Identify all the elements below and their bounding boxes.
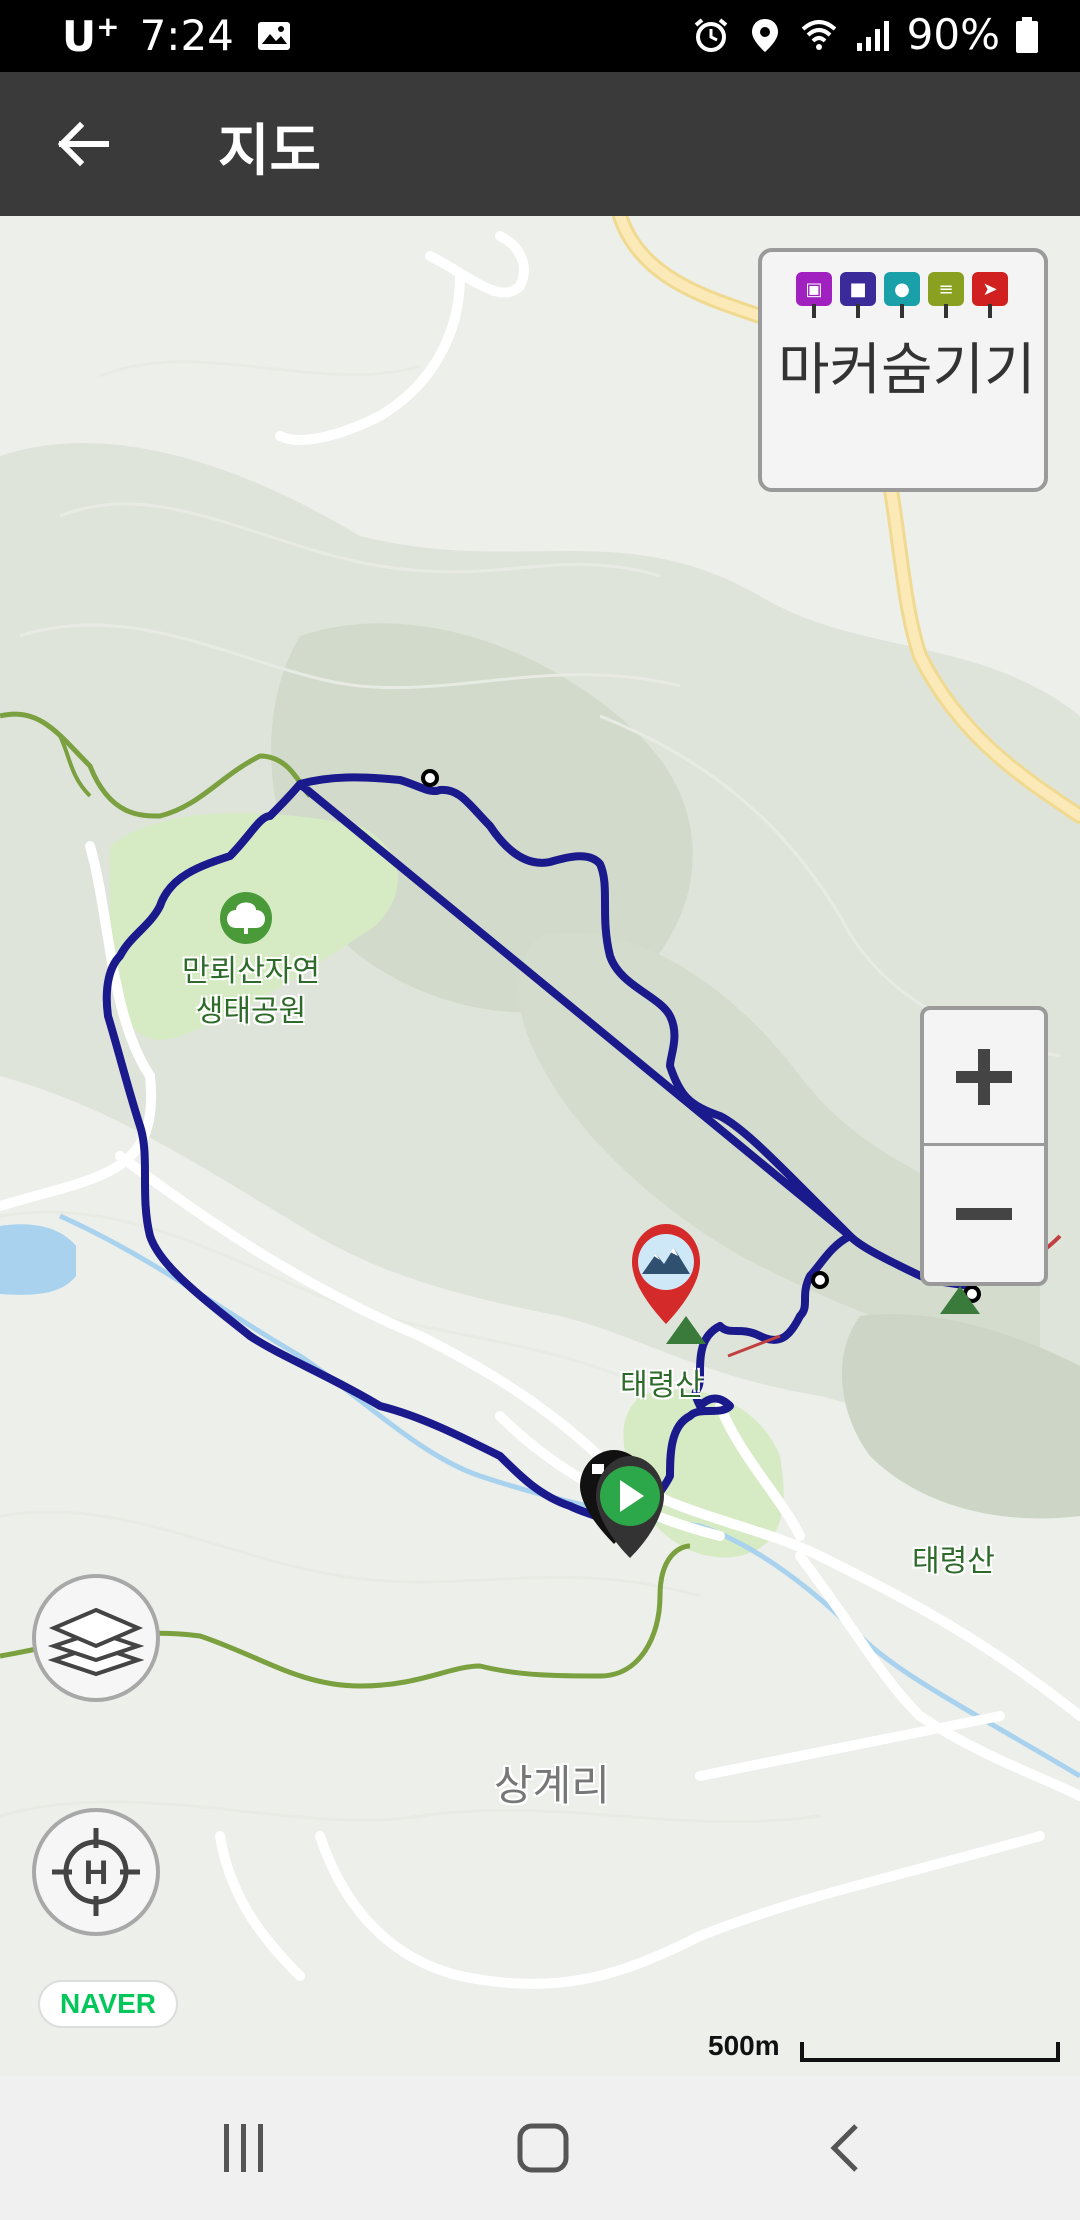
memo-marker-icon: ≡ [928, 272, 964, 320]
arrow-left-icon[interactable] [48, 108, 120, 180]
peak-label: 태령산 [912, 1544, 995, 1579]
status-bar: U+ 7:24 90% [0, 0, 1080, 72]
video-marker-icon: ■ [840, 272, 876, 320]
recent-apps-button[interactable] [208, 2112, 280, 2184]
page-title: 지도 [218, 119, 322, 184]
zoom-out-button[interactable] [924, 1146, 1044, 1282]
location-icon [751, 18, 778, 52]
recent-apps-icon [224, 2124, 263, 2172]
crosshair-h-icon: H [52, 1828, 140, 1916]
back-icon [830, 2124, 858, 2172]
battery-icon [1016, 16, 1038, 53]
nav-back-button[interactable] [810, 2112, 882, 2184]
system-nav-bar [0, 2076, 1080, 2220]
image-icon [257, 21, 290, 50]
svg-text:H: H [84, 1854, 109, 1892]
wifi-icon [801, 19, 836, 50]
alarm-icon [694, 17, 727, 52]
signal-icon [856, 20, 889, 51]
layers-icon [48, 1607, 144, 1677]
scale-line [800, 2042, 1060, 2062]
my-location-button[interactable]: H [32, 1808, 160, 1936]
home-icon [517, 2123, 569, 2173]
peak-label: 태령산 [620, 1368, 703, 1403]
photo-marker-icon: ▣ [796, 272, 832, 320]
marker-type-legend: ▣ ■ ● ≡ ➤ [796, 272, 1008, 320]
home-button[interactable] [508, 2112, 580, 2184]
plus-icon [956, 1048, 1012, 1105]
marker-hide-label: 마커숨기기 [778, 338, 1036, 403]
layers-button[interactable] [32, 1574, 160, 1702]
minus-icon [956, 1208, 1012, 1220]
map-attribution: NAVER [38, 1980, 178, 2028]
scale-bar: 500m [708, 2030, 1068, 2070]
clock: 7:24 [139, 11, 234, 60]
audio-marker-icon: ● [884, 272, 920, 320]
zoom-in-button[interactable] [924, 1010, 1044, 1146]
point-marker-icon: ➤ [972, 272, 1008, 320]
carrier-label: U+ [62, 10, 120, 61]
zoom-control [920, 1006, 1048, 1286]
start-play-marker-icon [596, 1456, 664, 1558]
village-label: 상계리 [494, 1761, 610, 1810]
map-view[interactable]: 만뢰산자연 생태공원 태령산 태령산 상계리 [0, 216, 1080, 2076]
park-label: 만뢰산자연 생태공원 [182, 954, 320, 1029]
scale-label: 500m [708, 2030, 780, 2061]
marker-hide-button[interactable]: ▣ ■ ● ≡ ➤ 마커숨기기 [758, 248, 1048, 492]
app-bar: 지도 [0, 72, 1080, 216]
battery-percent: 90% [906, 10, 1000, 59]
